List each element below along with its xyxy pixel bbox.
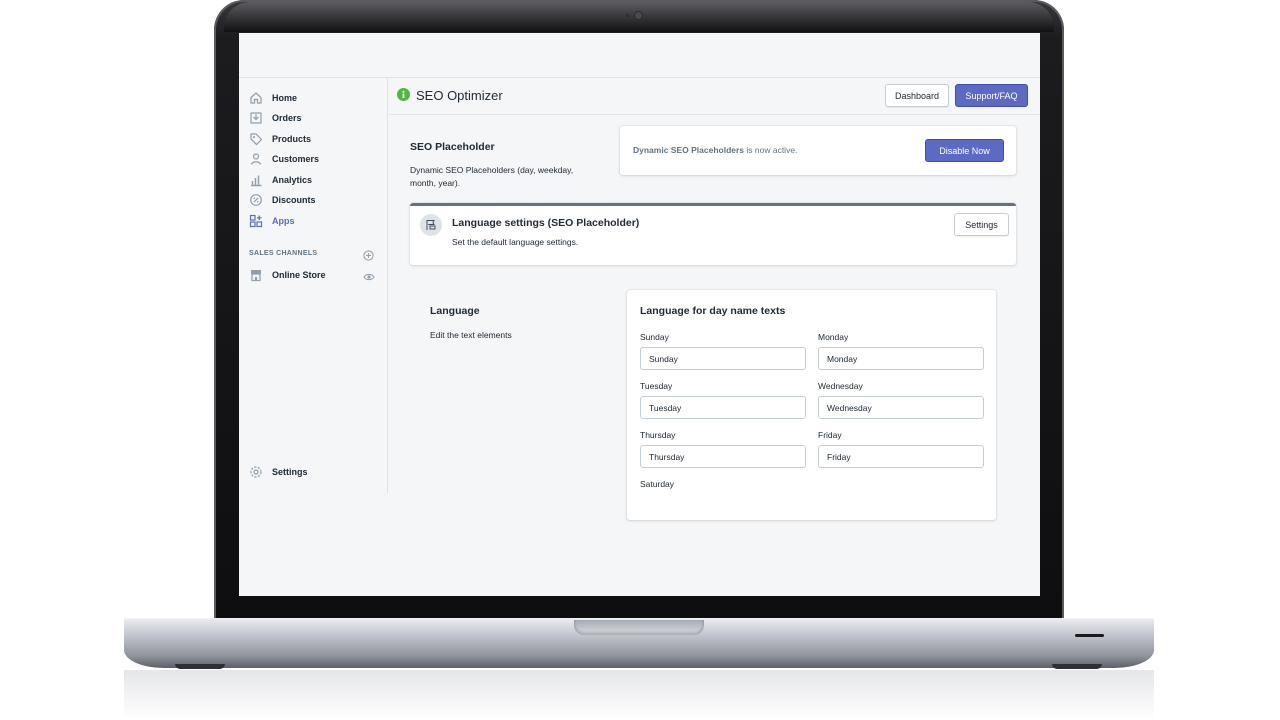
language-settings-button[interactable]: Settings [954,213,1009,236]
add-channel-icon[interactable] [363,248,374,261]
thursday-label: Thursday [640,430,676,440]
eye-icon[interactable] [363,269,375,281]
flag-icon [420,214,442,236]
laptop-opening-notch [574,620,704,635]
gear-icon [249,465,263,479]
tag-icon [249,132,263,146]
wednesday-label: Wednesday [818,381,863,391]
camera-sensor [626,14,629,17]
sidebar-item-label: Products [272,134,312,144]
sidebar-item-label: Customers [272,154,320,164]
sidebar-item-home[interactable]: Home [249,89,297,107]
status-strong: Dynamic SEO Placeholders [633,145,745,155]
tuesday-label: Tuesday [640,381,673,391]
seo-placeholder-title: SEO Placeholder [410,141,495,153]
person-icon [249,152,263,166]
monday-label: Monday [818,332,849,342]
wednesday-field[interactable]: Wednesday [818,396,984,419]
sidebar-item-settings[interactable]: Settings [249,463,308,481]
support-faq-button[interactable]: Support/FAQ [955,84,1028,107]
language-description: Edit the text elements [430,330,512,340]
discount-icon [249,193,263,207]
language-settings-card: Language settings (SEO Placeholder) Set … [410,203,1016,265]
sidebar-item-label: Orders [272,113,302,123]
sidebar-item-label: Home [272,93,298,103]
sidebar-item-online-store[interactable]: Online Store [249,266,326,284]
sidebar-item-label: Settings [272,467,308,477]
sidebar-item-discounts[interactable]: Discounts [249,191,316,209]
disable-now-button[interactable]: Disable Now [925,139,1004,162]
main-content: SEO Optimizer Dashboard Support/FAQ SEO … [389,78,1040,520]
sidebar-item-label: Online Store [272,270,326,280]
sidebar: Home Orders Products Customers Analytics [239,78,388,493]
sidebar-item-apps[interactable]: Apps [249,212,295,230]
thursday-field[interactable]: Thursday [640,445,806,468]
sidebar-item-customers[interactable]: Customers [249,150,319,168]
store-icon [249,268,263,282]
sidebar-item-analytics[interactable]: Analytics [249,171,312,189]
status-rest: is now active. [744,145,798,155]
laptop-screen: Home Orders Products Customers Analytics [239,33,1040,596]
sidebar-item-label: Analytics [272,175,313,185]
info-status-icon [397,88,410,101]
language-title: Language [430,305,480,317]
sidebar-item-products[interactable]: Products [249,130,311,148]
day-name-card-title: Language for day name texts [640,305,786,317]
sleep-indicator-light [1075,634,1104,637]
seo-placeholder-description: Dynamic SEO Placeholders (day, weekday, … [410,165,574,188]
tuesday-field[interactable]: Tuesday [640,396,806,419]
friday-label: Friday [818,430,842,440]
webcam [635,12,642,19]
dashboard-button[interactable]: Dashboard [885,84,949,107]
apps-icon [249,214,263,228]
friday-field[interactable]: Friday [818,445,984,468]
monday-field[interactable]: Monday [818,347,984,370]
sunday-label: Sunday [640,332,669,342]
sidebar-item-label: Apps [272,216,295,226]
admin-top-bar [239,33,1040,78]
status-message: Dynamic SEO Placeholders is now active. [633,145,797,155]
day-name-texts-card: Language for day name texts Sunday Sunda… [627,290,996,520]
orders-icon [249,111,263,125]
language-settings-title: Language settings (SEO Placeholder) [452,217,640,229]
sales-channels-heading: SALES CHANNELS [249,250,318,257]
placeholder-status-card: Dynamic SEO Placeholders is now active. … [620,126,1016,175]
app-title: SEO Optimizer [416,88,503,103]
laptop-reflection [124,670,1154,720]
laptop-foot-left [175,664,225,669]
laptop-foot-right [1052,664,1102,669]
language-settings-subtitle: Set the default language settings. [452,237,579,247]
sidebar-item-label: Discounts [272,195,316,205]
home-icon [249,91,263,105]
bar-chart-icon [249,173,263,187]
sidebar-item-orders[interactable]: Orders [249,109,302,127]
app-header: SEO Optimizer Dashboard Support/FAQ [389,78,1040,115]
sunday-field[interactable]: Sunday [640,347,806,370]
saturday-label: Saturday [640,479,675,489]
